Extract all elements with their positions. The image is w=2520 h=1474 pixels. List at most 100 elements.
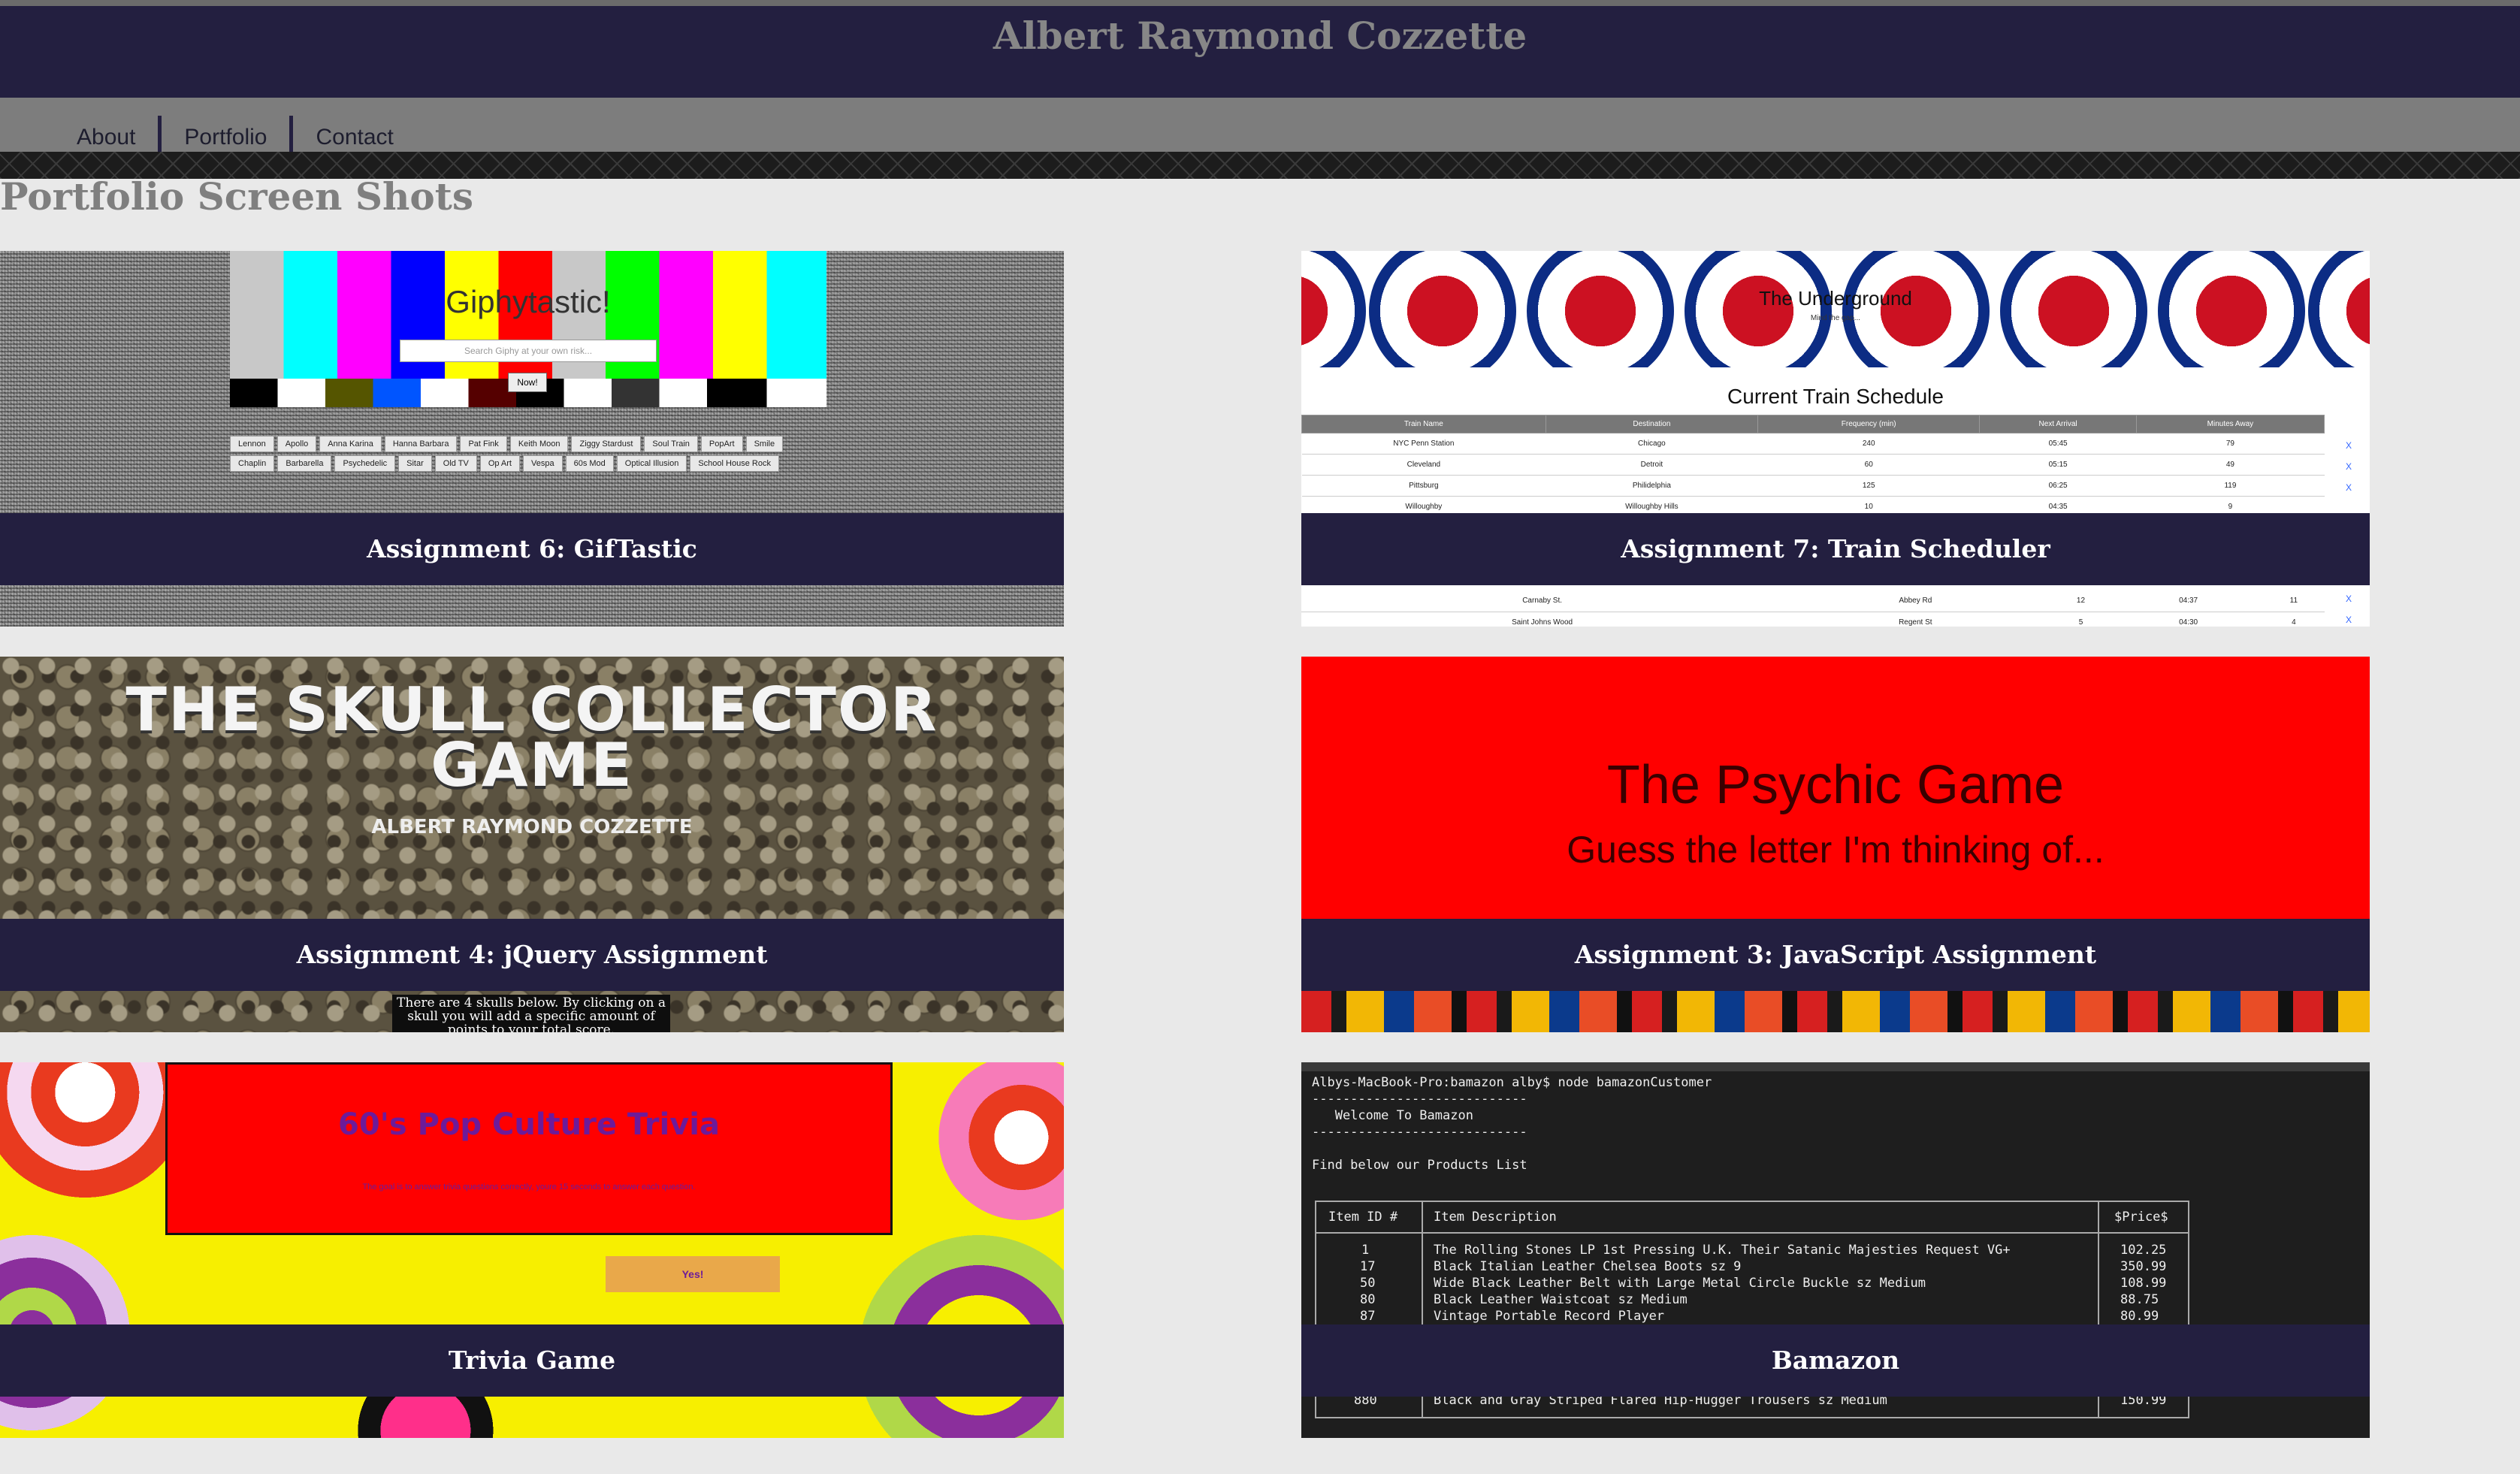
portfolio-card-giftastic[interactable]: Giphytastic! Search Giphy at your own ri… [0,251,1064,627]
site-title: Albert Raymond Cozzette [993,14,1527,58]
table-cell: Carnaby St. [1301,591,1784,612]
table-row: Pittsburg Philidelphia 125 06:25 119 [1301,475,2325,497]
item-price: 350.99 [2120,1259,2167,1274]
card-caption[interactable]: Assignment 4: jQuery Assignment [0,919,1064,991]
item-description: The Rolling Stones LP 1st Pressing U.K. … [1434,1243,2011,1258]
psychic-game-title: The Psychic Game [1606,755,2065,815]
table-cell: Detroit [1546,454,1758,476]
topic-chip: PopArt [700,436,743,452]
underground-banner: The Underground Mind the gap... [1301,251,2370,367]
card-caption[interactable]: Bamazon [1301,1324,2370,1397]
table-row: Cleveland Detroit 60 05:15 49 [1301,454,2325,476]
table-cell: Regent St [1783,612,2048,627]
card-caption[interactable]: Assignment 7: Train Scheduler [1301,513,2370,585]
delete-row-icon: X [2346,615,2352,625]
topic-chip: Vespa [523,455,563,472]
skull-title-line: THE SKULL COLLECTOR [125,675,938,745]
skull-game-instructions: There are 4 skulls below. By clicking on… [392,995,670,1032]
item-id: 80 [1360,1292,1376,1307]
nav-contact-link[interactable]: Contact [289,116,415,152]
table-cell: 60 [1757,454,1980,476]
portfolio-card-trivia[interactable]: 60's Pop Culture Trivia The goal is to a… [0,1062,1064,1438]
delete-row-icon: X [2346,594,2352,604]
table-row: Saint Johns Wood Regent St 5 04:30 4 [1301,612,2325,627]
card-caption[interactable]: Trivia Game [0,1324,1064,1397]
topic-chip: Optical Illusion [616,455,687,472]
portfolio-card-psychic-game[interactable]: The Psychic Game Guess the letter I'm th… [1301,657,2370,1032]
underground-title: The Underground [1759,287,1912,310]
giftastic-topic-buttons: Lennon Apollo Anna Karina Hanna Barbara … [230,436,811,472]
topic-chip: Anna Karina [319,436,382,452]
topic-chip: Chaplin [230,455,275,472]
train-schedule-heading: Current Train Schedule [1727,385,1944,408]
trivia-description: The goal is to answer trivia questions c… [362,1183,696,1192]
column-header: Item Description [1434,1210,1557,1225]
nav-about-link[interactable]: About [54,116,158,152]
item-description: Black Italian Leather Chelsea Boots sz 9 [1434,1259,1742,1274]
table-divider [1316,1232,2188,1234]
item-price: 108.99 [2120,1276,2167,1291]
terminal-line: ---------------------------- [1312,1092,1527,1107]
table-cell: 05:45 [1979,433,2137,455]
terminal-line: Welcome To Bamazon [1312,1108,1473,1123]
table-cell: 4 [2262,612,2325,627]
train-schedule-table: Train Name Destination Frequency (min) N… [1301,415,2325,518]
portfolio-card-bamazon[interactable]: Albys-MacBook-Pro:bamazon alby$ node bam… [1301,1062,2370,1438]
terminal-output: Albys-MacBook-Pro:bamazon alby$ node bam… [1312,1074,2356,1173]
column-header: Destination [1545,415,1759,433]
table-cell: Saint Johns Wood [1301,612,1784,627]
topic-chip: Sitar [398,455,432,472]
table-cell: NYC Penn Station [1301,433,1546,455]
item-id: 87 [1360,1309,1376,1324]
table-cell: 11 [2262,591,2325,612]
train-schedule-table-continued: Carnaby St. Abbey Rd 12 04:37 11 Saint J… [1301,591,2325,627]
item-id: 17 [1360,1259,1376,1274]
table-cell: Pittsburg [1301,475,1546,497]
skull-game-title: THE SKULL COLLECTOR GAME [0,675,1064,796]
topic-chip: Soul Train [644,436,698,452]
item-id: 50 [1360,1276,1376,1291]
item-id: 1 [1361,1243,1370,1258]
topic-chip: School House Rock [690,455,779,472]
table-cell: Philidelphia [1546,475,1758,497]
nav-links: About Portfolio Contact [54,116,416,152]
topic-chip: Apollo [276,436,317,452]
nav-bar: About Portfolio Contact [0,98,2520,152]
psychic-game-subtitle: Guess the letter I'm thinking of... [1567,829,2105,871]
table-cell: 240 [1757,433,1980,455]
column-header: $Price$ [2114,1210,2168,1225]
section-title: Portfolio Screen Shots [0,174,473,219]
terminal-line: Find below our Products List [1312,1158,1527,1173]
topic-chip: Lennon [230,436,274,452]
item-price: 88.75 [2120,1292,2159,1307]
delete-row-icon: X [2346,440,2352,451]
item-price: 80.99 [2120,1309,2159,1324]
portfolio-card-train-scheduler[interactable]: The Underground Mind the gap... Current … [1301,251,2370,627]
topic-chip: Keith Moon [509,436,569,452]
topic-chip: 60s Mod [565,455,614,472]
topic-chip: Op Art [479,455,520,472]
table-header-row: Item ID # Item Description $Price$ [1316,1210,2188,1226]
giftastic-now-button: Now! [508,373,547,392]
portfolio-card-skull-collector[interactable]: THE SKULL COLLECTOR GAME ALBERT RAYMOND … [0,657,1064,1032]
topic-chip: Smile [745,436,784,452]
delete-row-icon: X [2346,482,2352,493]
card-caption[interactable]: Assignment 3: JavaScript Assignment [1301,919,2370,991]
table-header-row: Train Name Destination Frequency (min) N… [1301,415,2325,433]
table-row: NYC Penn Station Chicago 240 05:45 79 [1301,433,2325,455]
item-description: Vintage Portable Record Player [1434,1309,1665,1324]
trivia-panel [165,1062,893,1235]
table-cell: Cleveland [1301,454,1546,476]
table-cell: 125 [1757,475,1980,497]
table-cell: 06:25 [1979,475,2137,497]
table-cell: 79 [2136,433,2325,455]
item-price: 102.25 [2120,1243,2167,1258]
column-header: Minutes Away [2135,415,2325,433]
nav-portfolio-link[interactable]: Portfolio [158,116,289,152]
table-row: 50 Wide Black Leather Belt with Large Me… [1316,1276,2188,1292]
site-header: Albert Raymond Cozzette [0,6,2520,98]
delete-row-icon: X [2346,461,2352,472]
topic-chip: Old TV [434,455,477,472]
skull-game-author: ALBERT RAYMOND COZZETTE [371,816,693,838]
card-caption[interactable]: Assignment 6: GifTastic [0,513,1064,585]
